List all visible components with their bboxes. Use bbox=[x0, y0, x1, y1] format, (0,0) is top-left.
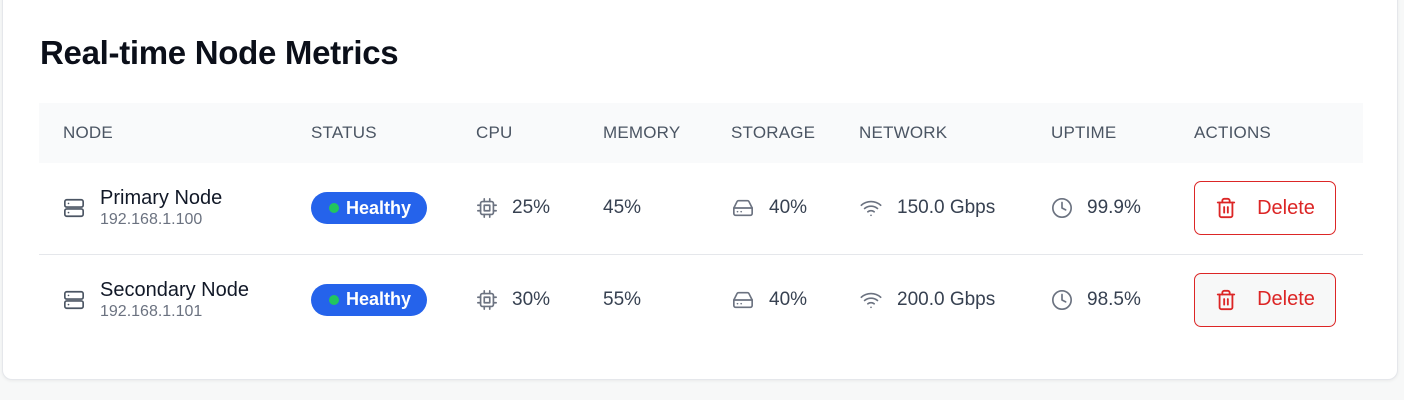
header-status: STATUS bbox=[311, 123, 377, 142]
delete-button[interactable]: Delete bbox=[1194, 272, 1336, 327]
header-node: NODE bbox=[63, 123, 113, 142]
header-uptime: UPTIME bbox=[1051, 123, 1117, 142]
network-cell: 150.0 Gbps bbox=[859, 163, 1051, 254]
server-icon bbox=[64, 290, 84, 309]
status-label: Healthy bbox=[346, 289, 412, 310]
node-name: Primary Node bbox=[100, 187, 223, 210]
status-cell: Healthy bbox=[311, 163, 476, 254]
header-cpu: CPU bbox=[476, 123, 513, 142]
storage-cell: 40% bbox=[731, 253, 859, 345]
clock-icon bbox=[1052, 198, 1072, 219]
delete-label: Delete bbox=[1257, 288, 1315, 311]
actions-cell: Delete bbox=[1194, 163, 1363, 254]
node-cell: Secondary Node 192.168.1.101 bbox=[39, 253, 311, 345]
network-cell: 200.0 Gbps bbox=[859, 253, 1051, 345]
cpu-icon bbox=[477, 289, 497, 310]
table-row: Secondary Node 192.168.1.101 Healthy 30%… bbox=[39, 253, 1363, 345]
trash-icon bbox=[1216, 198, 1236, 219]
delete-label: Delete bbox=[1257, 196, 1315, 219]
wifi-icon bbox=[860, 201, 882, 217]
header-memory: MEMORY bbox=[603, 123, 681, 142]
memory-cell: 45% bbox=[603, 163, 731, 254]
clock-icon bbox=[1052, 289, 1072, 310]
memory-value: 55% bbox=[603, 288, 642, 310]
hard-drive-icon bbox=[733, 200, 753, 217]
header-actions: ACTIONS bbox=[1194, 123, 1271, 142]
status-badge: Healthy bbox=[311, 283, 428, 316]
status-dot bbox=[329, 294, 339, 305]
table-header: NODE STATUS CPU MEMORY STORAGE NETWORK U… bbox=[39, 103, 1363, 163]
cpu-cell: 25% bbox=[476, 163, 603, 254]
uptime-value: 99.9% bbox=[1087, 197, 1141, 219]
page-title: Real-time Node Metrics bbox=[40, 34, 399, 71]
node-cell: Primary Node 192.168.1.100 bbox=[39, 163, 311, 254]
status-badge: Healthy bbox=[311, 192, 428, 225]
actions-cell: Delete bbox=[1194, 253, 1363, 345]
storage-value: 40% bbox=[769, 288, 808, 310]
uptime-value: 98.5% bbox=[1087, 288, 1141, 310]
cpu-value: 30% bbox=[512, 288, 551, 310]
header-storage: STORAGE bbox=[731, 123, 816, 142]
trash-icon bbox=[1216, 289, 1236, 310]
cpu-cell: 30% bbox=[476, 253, 603, 345]
server-icon bbox=[64, 199, 84, 218]
header-network: NETWORK bbox=[859, 123, 948, 142]
memory-value: 45% bbox=[603, 197, 642, 219]
status-cell: Healthy bbox=[311, 253, 476, 345]
uptime-cell: 99.9% bbox=[1051, 163, 1194, 254]
node-ip: 192.168.1.101 bbox=[100, 302, 203, 320]
node-name: Secondary Node bbox=[100, 278, 249, 301]
cpu-value: 25% bbox=[512, 197, 551, 219]
delete-button[interactable]: Delete bbox=[1194, 181, 1336, 236]
wifi-icon bbox=[860, 292, 882, 308]
status-label: Healthy bbox=[346, 197, 412, 218]
cpu-icon bbox=[477, 198, 497, 219]
node-metrics-card: Real-time Node Metrics NODE STATUS CPU M… bbox=[2, 0, 1398, 380]
status-dot bbox=[329, 203, 339, 214]
storage-value: 40% bbox=[769, 197, 808, 219]
network-value: 150.0 Gbps bbox=[897, 197, 996, 219]
table-row: Primary Node 192.168.1.100 Healthy 25% 4… bbox=[39, 163, 1363, 254]
storage-cell: 40% bbox=[731, 163, 859, 254]
network-value: 200.0 Gbps bbox=[897, 288, 996, 310]
node-metrics-table: NODE STATUS CPU MEMORY STORAGE NETWORK U… bbox=[39, 103, 1363, 345]
memory-cell: 55% bbox=[603, 253, 731, 345]
hard-drive-icon bbox=[733, 291, 753, 308]
uptime-cell: 98.5% bbox=[1051, 253, 1194, 345]
node-ip: 192.168.1.100 bbox=[100, 211, 203, 229]
